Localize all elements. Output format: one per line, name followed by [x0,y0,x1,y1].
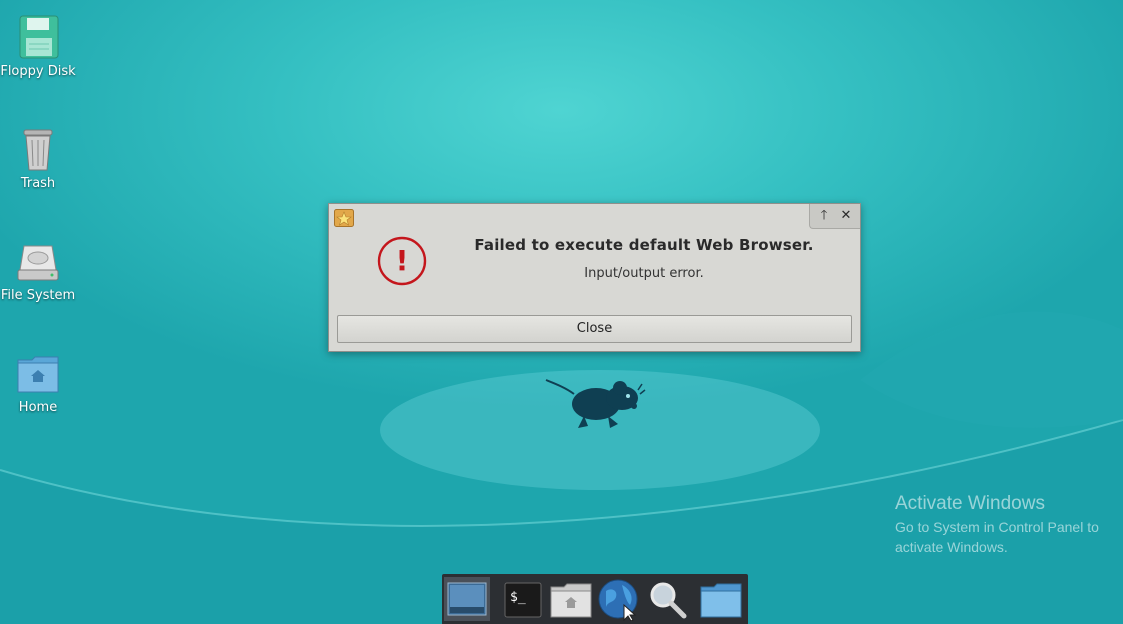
trash-icon [23,129,53,171]
app-star-icon [334,209,354,227]
close-icon[interactable]: ✕ [838,208,854,224]
desktop-icon-home[interactable]: Home [0,350,79,415]
taskbar-item-web-browser[interactable] [596,577,642,621]
error-dialog: 🡑 ✕ ! Failed to execute default Web Brow… [328,203,861,352]
activation-watermark-title: Activate Windows [895,493,1045,514]
xfce-mouse-logo [545,379,646,428]
desktop-icon-label: Home [18,400,58,415]
svg-text:$_: $_ [510,590,526,605]
magnifier-icon [650,582,687,619]
home-folder-icon [550,583,592,618]
terminal-icon: $_ [504,582,542,618]
taskbar-item-app-finder[interactable] [644,577,690,621]
floppy-disk-icon [19,15,59,59]
desktop-icon-label: Trash [20,176,56,191]
home-folder-icon [17,356,59,393]
taskbar-item-folder[interactable] [698,577,744,621]
folder-icon [700,583,742,618]
desktop: Floppy Disk Trash File System Home 🡑 ✕ !… [0,0,1123,624]
taskbar-item-terminal[interactable]: $_ [500,577,546,621]
show-desktop-icon [447,582,487,616]
svg-text:!: ! [396,244,409,277]
desktop-icon-file-system[interactable]: File System [0,238,79,303]
desktop-icon-label: File System [0,288,76,303]
dialog-title: Failed to execute default Web Browser. [474,236,814,254]
hard-drive-icon [17,245,59,281]
desktop-icon-floppy-disk[interactable]: Floppy Disk [0,14,79,79]
desktop-icon-trash[interactable]: Trash [0,126,79,191]
window-controls: 🡑 ✕ [809,204,860,229]
dialog-message: Input/output error. [584,266,704,281]
activation-watermark-subtitle: Go to System in Control Panel to activat… [895,519,1099,555]
maximize-icon[interactable]: 🡑 [816,208,832,224]
taskbar-item-file-manager[interactable] [548,577,594,621]
taskbar: $_ [442,574,748,624]
globe-icon [598,579,638,621]
close-button[interactable]: Close [337,315,852,343]
error-icon: ! [377,236,427,286]
desktop-icon-label: Floppy Disk [0,64,76,79]
taskbar-item-show-desktop[interactable] [444,577,490,621]
